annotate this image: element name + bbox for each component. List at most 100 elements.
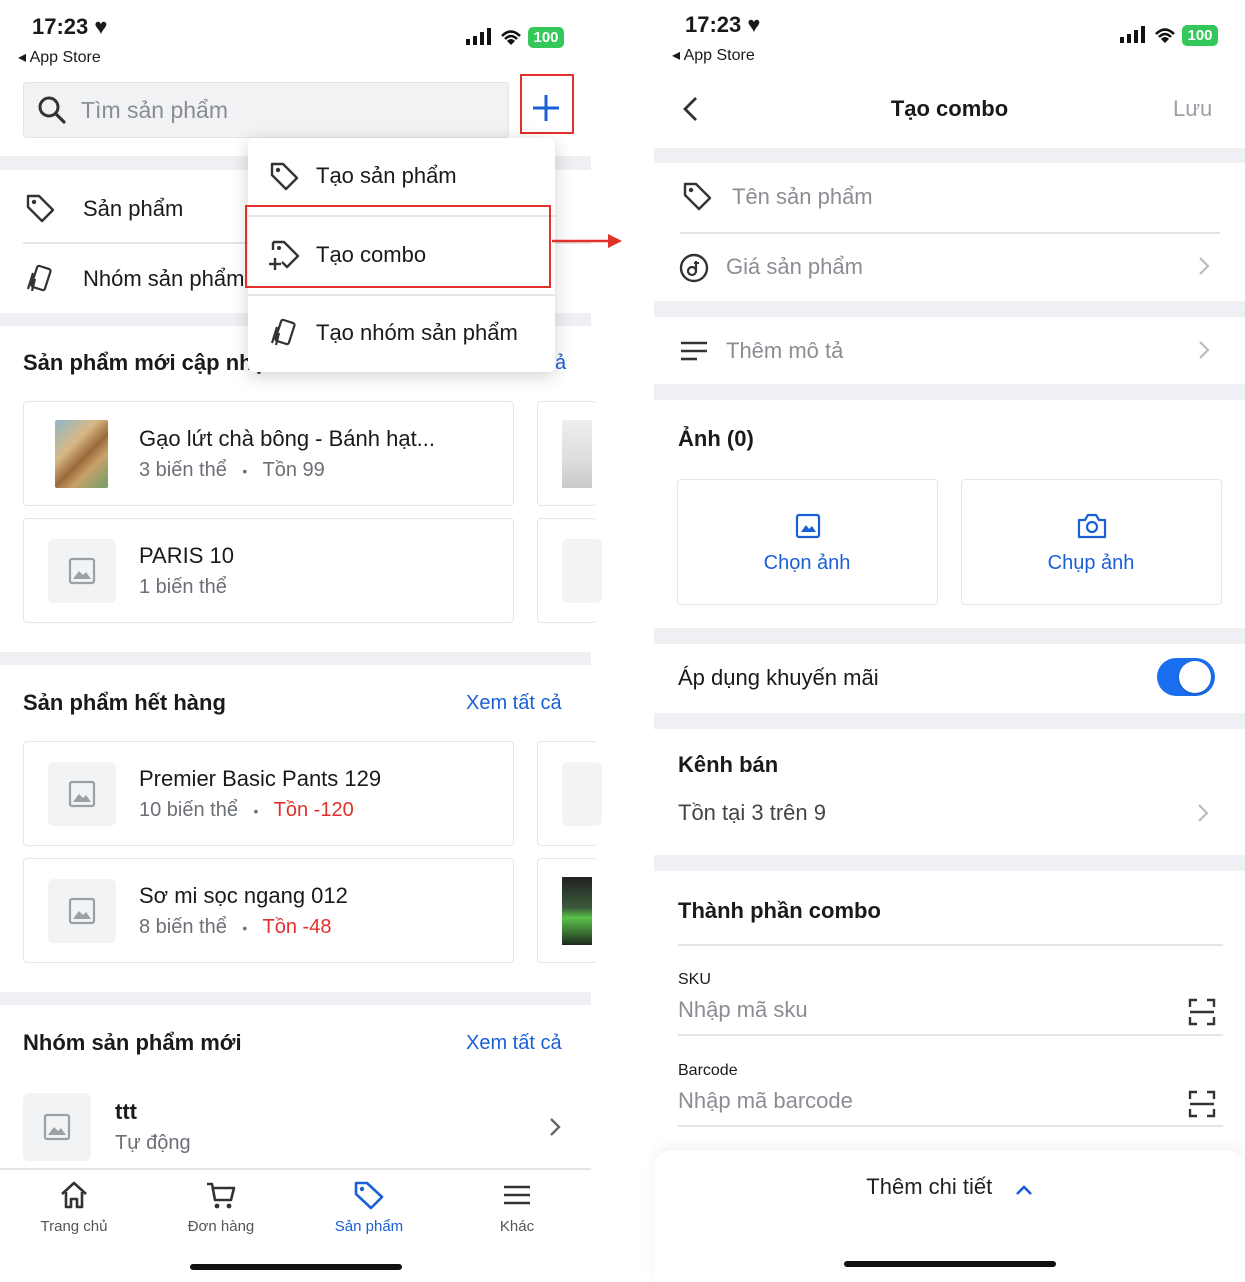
product-card[interactable]: PARIS 10 1 biến thể xyxy=(23,518,514,623)
product-price-field[interactable]: Giá sản phẩm xyxy=(654,233,1245,301)
home-indicator xyxy=(190,1264,402,1270)
product-price-placeholder: Giá sản phẩm xyxy=(726,254,863,279)
tab-more[interactable]: Khác xyxy=(457,1180,577,1235)
product-name: PARIS 10 xyxy=(139,543,234,568)
menu-item-label: Tạo sản phẩm xyxy=(316,163,457,188)
battery-indicator: 100 xyxy=(528,27,564,48)
group-cards-icon xyxy=(268,317,300,349)
variant-count: 10 biến thể xyxy=(139,799,238,821)
list-item-label: Nhóm sản phẩm xyxy=(83,266,245,291)
components-title: Thành phần combo xyxy=(678,898,881,923)
separator-dot: • xyxy=(242,920,248,936)
tab-label: Trang chủ xyxy=(40,1218,108,1235)
description-field[interactable]: Thêm mô tả xyxy=(654,318,1245,384)
highlight-create-combo xyxy=(245,205,551,288)
tab-home[interactable]: Trang chủ xyxy=(14,1180,134,1235)
take-photo-button[interactable]: Chụp ảnh xyxy=(961,479,1222,605)
section-title-new-groups: Nhóm sản phẩm mới xyxy=(23,1030,242,1055)
tab-label: Đơn hàng xyxy=(187,1218,255,1235)
barcode-input[interactable]: Nhập mã barcode xyxy=(678,1088,853,1114)
product-thumbnail xyxy=(55,420,108,488)
scan-icon[interactable] xyxy=(1188,1090,1216,1118)
product-card-peek[interactable] xyxy=(537,741,602,846)
choose-photo-button[interactable]: Chọn ảnh xyxy=(677,479,938,605)
variant-count: 3 biến thể xyxy=(139,459,227,481)
image-icon xyxy=(795,513,821,539)
search-icon xyxy=(37,95,67,125)
more-details-button[interactable]: Thêm chi tiết xyxy=(654,1174,1245,1200)
product-thumbnail xyxy=(562,420,592,488)
barcode-label: Barcode xyxy=(678,1062,738,1079)
menu-item-create-product[interactable]: Tạo sản phẩm xyxy=(248,138,555,214)
wifi-icon xyxy=(499,27,523,47)
variant-count: 8 biến thể xyxy=(139,916,227,938)
view-all-out-of-stock-link[interactable]: Xem tất cả xyxy=(466,692,562,715)
product-card[interactable]: Premier Basic Pants 129 10 biến thể • Tồ… xyxy=(23,741,514,846)
chevron-up-icon xyxy=(1015,1184,1033,1196)
wifi-icon xyxy=(1153,25,1177,45)
tag-icon xyxy=(681,180,713,212)
product-card[interactable]: Gạo lứt chà bông - Bánh hạt... 3 biến th… xyxy=(23,401,514,506)
scan-icon[interactable] xyxy=(1188,998,1216,1026)
chevron-right-icon xyxy=(1198,340,1210,360)
tab-products[interactable]: Sản phẩm xyxy=(309,1180,429,1235)
menu-item-label: Tạo nhóm sản phẩm xyxy=(316,320,518,345)
battery-indicator: 100 xyxy=(1182,25,1218,46)
back-to-app-store[interactable]: ◂ App Store xyxy=(672,45,755,65)
list-item-label: Sản phẩm xyxy=(83,196,184,221)
heart-icon: ♥ xyxy=(94,14,108,39)
group-name: ttt xyxy=(115,1099,137,1124)
signal-icon xyxy=(1120,26,1146,44)
tab-label: Khác xyxy=(499,1218,535,1235)
product-card-peek[interactable] xyxy=(537,858,597,963)
page-title: Tạo combo xyxy=(890,96,1009,121)
product-card-peek[interactable] xyxy=(537,518,602,623)
stock-value: Tồn 99 xyxy=(262,459,325,481)
channels-title: Kênh bán xyxy=(678,752,779,777)
product-name-field[interactable]: Tên sản phẩm xyxy=(654,164,1245,232)
photos-title: Ảnh (0) xyxy=(678,426,754,451)
product-card-peek[interactable] xyxy=(537,401,597,506)
tab-label: Sản phẩm xyxy=(334,1218,404,1235)
channels-value: Tồn tại 3 trên 9 xyxy=(678,800,826,825)
search-input[interactable]: Tìm sản phẩm xyxy=(23,82,509,138)
highlight-add-button xyxy=(520,74,574,134)
image-placeholder-icon xyxy=(48,879,116,943)
promo-label: Áp dụng khuyến mãi xyxy=(678,665,879,690)
group-type: Tự động xyxy=(115,1132,191,1154)
search-placeholder: Tìm sản phẩm xyxy=(81,97,228,123)
group-list-item[interactable]: ttt Tự động xyxy=(0,1085,591,1169)
sales-channels-row[interactable]: Kênh bán Tồn tại 3 trên 9 xyxy=(654,730,1245,855)
menu-icon xyxy=(504,1185,530,1205)
home-indicator xyxy=(844,1261,1056,1267)
home-icon xyxy=(61,1181,87,1209)
price-coin-icon xyxy=(679,253,709,283)
group-cards-icon xyxy=(24,263,56,295)
status-time: 17:23 ♥ xyxy=(685,12,761,37)
choose-photo-label: Chọn ảnh xyxy=(763,552,851,574)
more-details-label: Thêm chi tiết xyxy=(866,1174,993,1199)
product-card[interactable]: Sơ mi sọc ngang 012 8 biến thể • Tồn -48 xyxy=(23,858,514,963)
stock-value: Tồn -120 xyxy=(273,799,354,821)
image-placeholder-icon xyxy=(562,539,602,603)
save-button[interactable]: Lưu xyxy=(1173,96,1212,122)
product-thumbnail xyxy=(562,877,592,945)
back-to-app-store[interactable]: ◂ App Store xyxy=(18,47,101,67)
image-placeholder-icon xyxy=(23,1093,91,1161)
section-title-out-of-stock: Sản phẩm hết hàng xyxy=(23,690,226,715)
image-placeholder-icon xyxy=(48,762,116,826)
tag-icon xyxy=(24,192,56,224)
product-name-placeholder: Tên sản phẩm xyxy=(732,184,873,209)
chevron-right-icon xyxy=(548,1116,562,1138)
promo-toggle[interactable] xyxy=(1157,658,1215,696)
toggle-knob xyxy=(1179,661,1211,693)
tab-orders[interactable]: Đơn hàng xyxy=(161,1180,281,1235)
view-all-groups-link[interactable]: Xem tất cả xyxy=(466,1032,562,1055)
description-placeholder: Thêm mô tả xyxy=(726,338,844,363)
stock-value: Tồn -48 xyxy=(262,916,332,938)
variant-count: 1 biến thể xyxy=(139,576,227,598)
sku-input[interactable]: Nhập mã sku xyxy=(678,997,808,1023)
view-all-recent-link[interactable]: ả xyxy=(555,352,566,375)
cart-icon xyxy=(207,1182,236,1209)
menu-item-create-group[interactable]: Tạo nhóm sản phẩm xyxy=(248,295,555,372)
